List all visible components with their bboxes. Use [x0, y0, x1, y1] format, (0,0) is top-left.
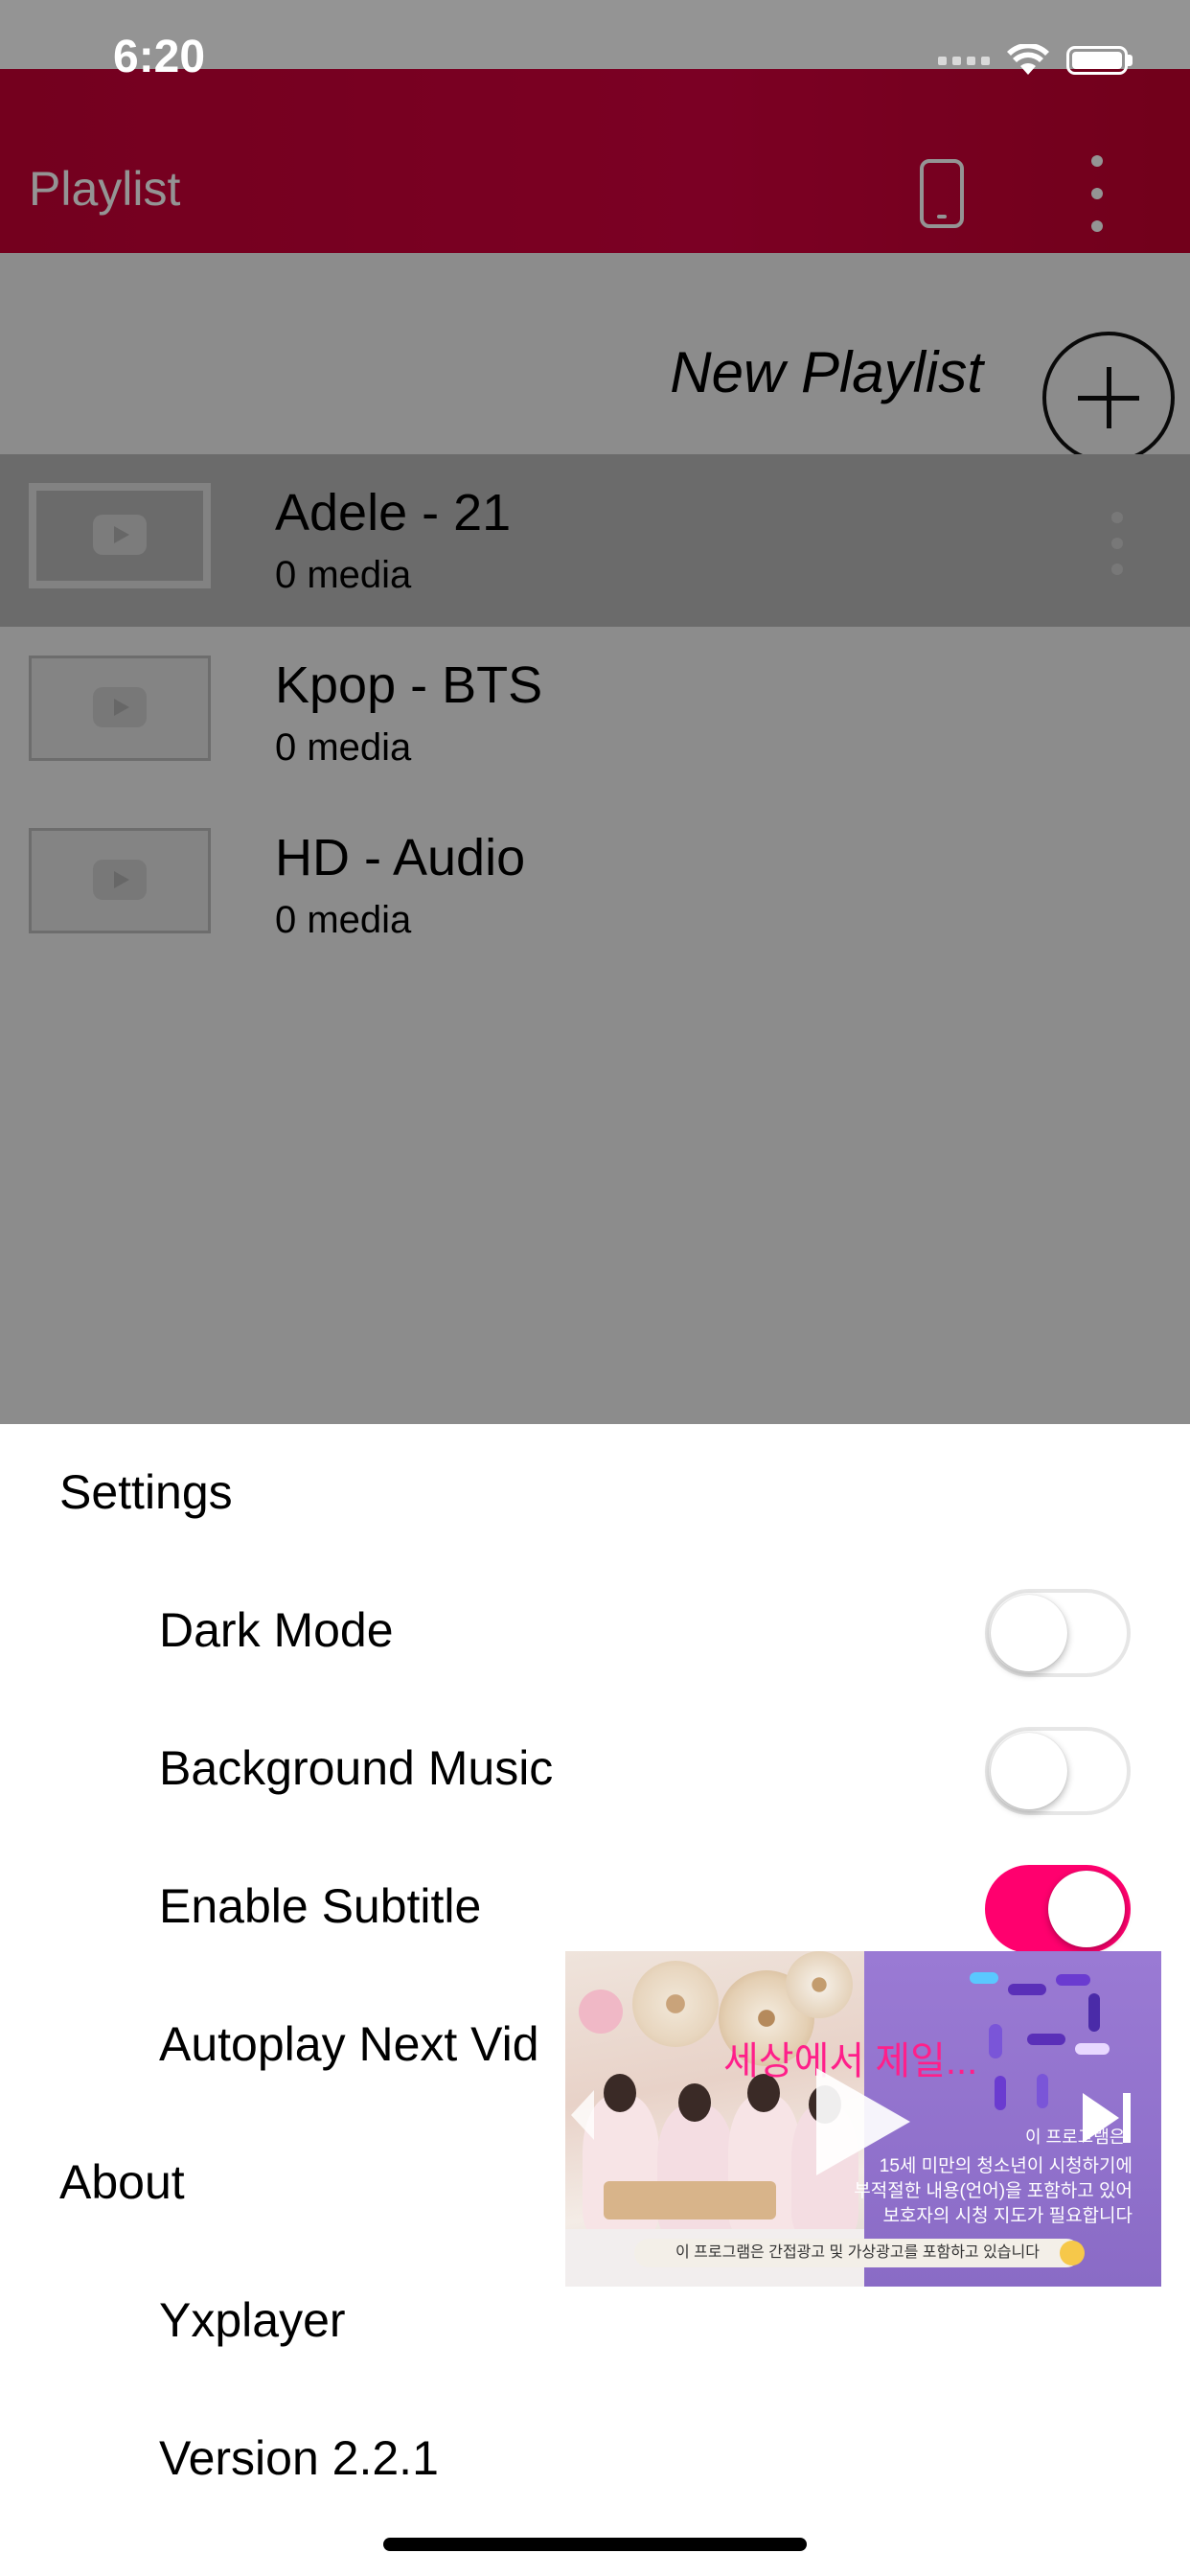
next-track-icon[interactable]	[1083, 2093, 1133, 2143]
enable-subtitle-label: Enable Subtitle	[159, 1879, 482, 1933]
app-name: Yxplayer	[159, 2293, 346, 2347]
home-indicator[interactable]	[383, 2538, 807, 2551]
autoplay-next-label: Autoplay Next Vid	[159, 2017, 539, 2071]
wifi-icon	[1007, 44, 1049, 75]
about-section-title: About	[59, 2155, 185, 2209]
dark-mode-label: Dark Mode	[159, 1603, 394, 1657]
previous-track-icon[interactable]	[571, 2090, 594, 2140]
play-icon[interactable]	[816, 2068, 910, 2175]
app-version: Version 2.2.1	[159, 2431, 439, 2485]
ad-notice: 이 프로그램은 간접광고 및 가상광고를 포함하고 있습니다	[634, 2239, 1085, 2267]
status-time: 6:20	[113, 32, 206, 82]
background-music-toggle[interactable]	[985, 1727, 1131, 1815]
dim-overlay[interactable]	[0, 0, 1190, 1424]
settings-section-title: Settings	[59, 1465, 233, 1519]
background-music-label: Background Music	[159, 1741, 554, 1795]
battery-icon	[1066, 46, 1133, 75]
mini-video-player[interactable]: 세상에서 제일... 이 프로그램은 15세 미만의 청소년이 시청하기에 부적…	[565, 1951, 1161, 2287]
enable-subtitle-toggle[interactable]	[985, 1865, 1131, 1953]
status-indicators	[938, 44, 1133, 77]
dark-mode-toggle[interactable]	[985, 1589, 1131, 1677]
playlist-screen: Playlist New Playlist Adele - 21 0 media…	[0, 0, 1190, 1424]
cellular-signal-icon	[938, 56, 990, 65]
